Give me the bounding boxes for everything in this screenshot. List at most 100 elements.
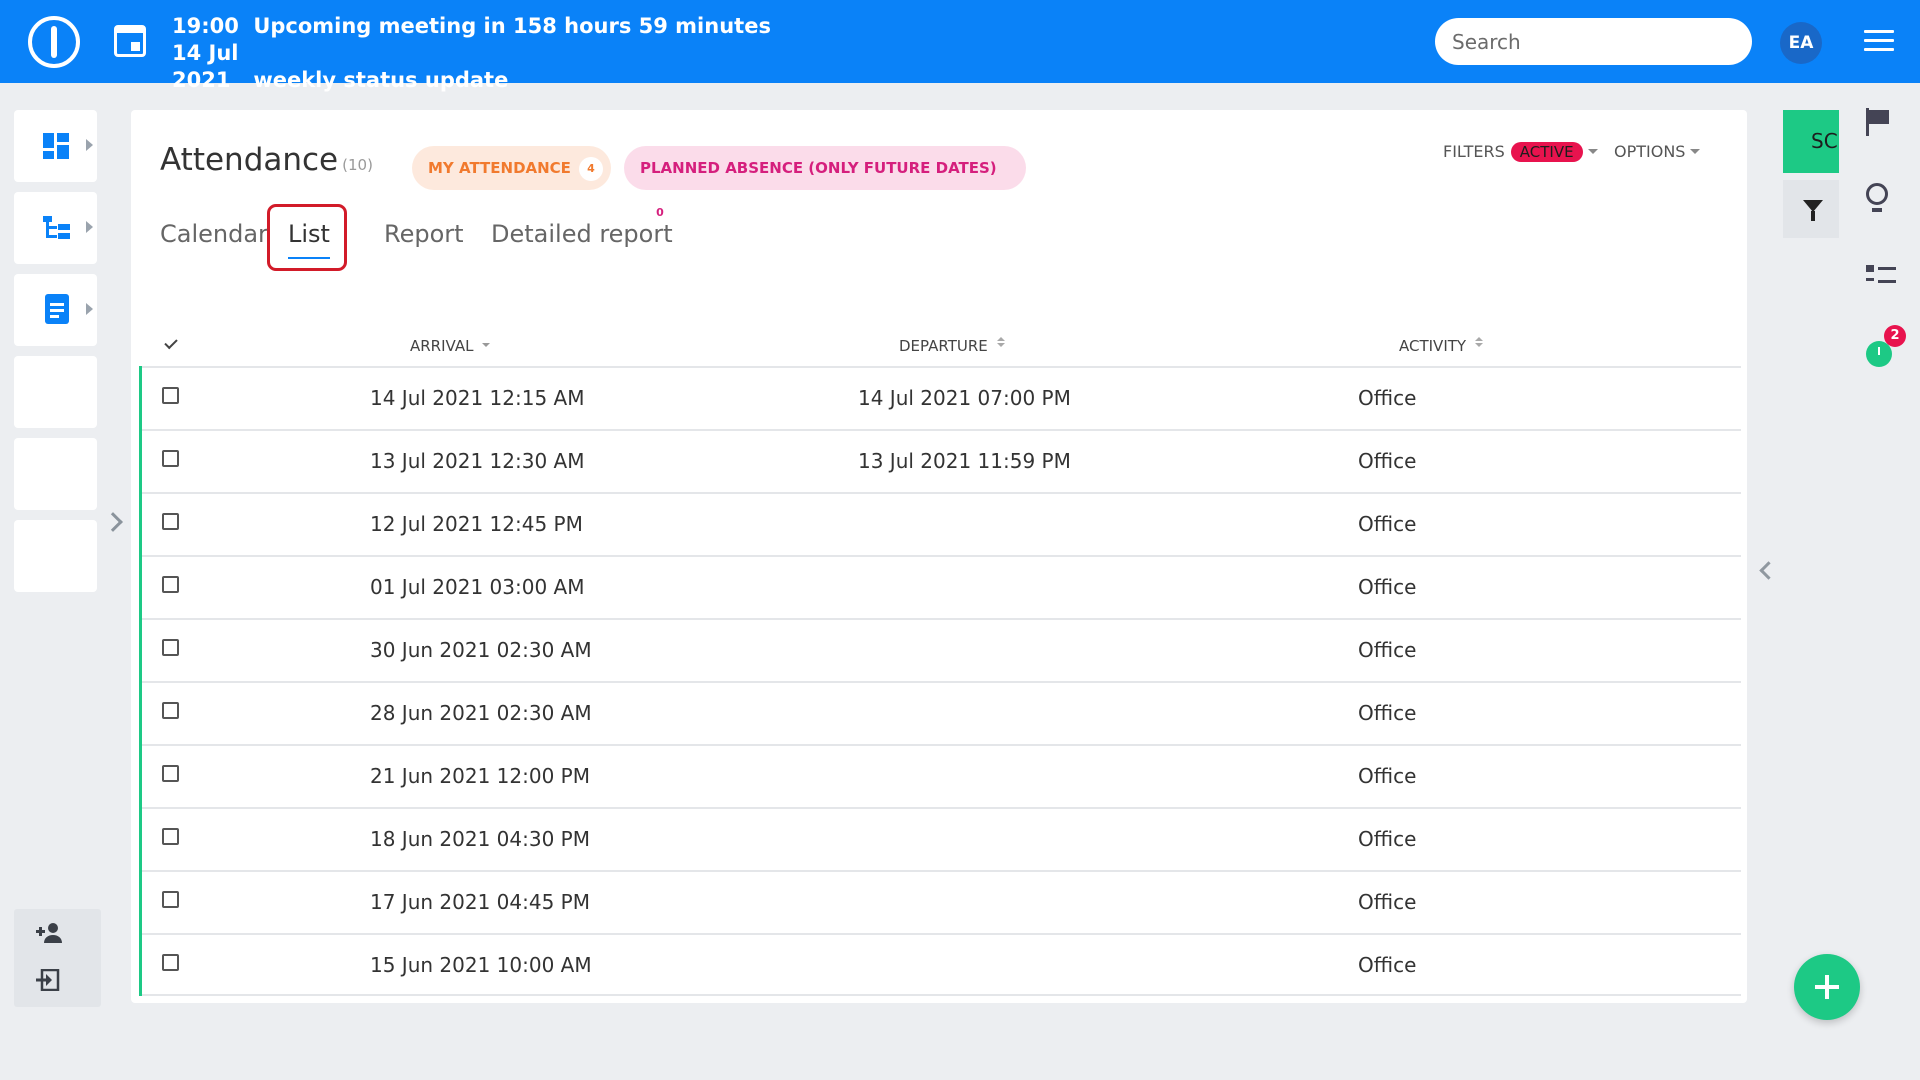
flag-icon[interactable] (1866, 108, 1890, 138)
options-label: OPTIONS (1614, 142, 1686, 161)
sidebar-item-empty-2[interactable] (14, 438, 97, 510)
sidebar-item-dashboard[interactable] (14, 110, 97, 182)
arrival-cell: 01 Jul 2021 03:00 AM (370, 575, 585, 599)
row-checkbox[interactable] (162, 639, 179, 656)
sort-icon (996, 337, 1005, 347)
my-attendance-label: MY ATTENDANCE (428, 159, 571, 177)
column-activity[interactable]: ACTIVITY (1399, 337, 1484, 355)
search-input[interactable] (1435, 18, 1752, 65)
row-checkbox[interactable] (162, 954, 179, 971)
avatar[interactable]: EA (1780, 22, 1822, 64)
departure-cell: 14 Jul 2021 07:00 PM (858, 386, 1071, 410)
tab-report[interactable]: Report (384, 220, 464, 248)
tree-structure-icon (43, 216, 71, 240)
filters-label: FILTERS (1443, 142, 1505, 161)
options-dropdown[interactable]: OPTIONS (1614, 142, 1701, 161)
table-row[interactable]: 14 Jul 2021 12:15 AM 14 Jul 2021 07:00 P… (142, 366, 1741, 429)
record-count: (10) (342, 156, 373, 174)
select-all-check-icon[interactable] (164, 335, 178, 350)
column-arrival[interactable]: ARRIVAL (410, 337, 491, 355)
activity-cell: Office (1358, 386, 1417, 410)
table-row[interactable]: 18 Jun 2021 04:30 PM Office (142, 807, 1741, 870)
arrival-cell: 13 Jul 2021 12:30 AM (370, 449, 585, 473)
sort-icon (1475, 337, 1484, 347)
row-checkbox[interactable] (162, 765, 179, 782)
my-attendance-button[interactable]: MY ATTENDANCE 4 (412, 146, 611, 190)
row-checkbox[interactable] (162, 828, 179, 845)
upcoming-meeting[interactable]: 19:00 Upcoming meeting in 158 hours 59 m… (172, 13, 771, 94)
activity-cell: Office (1358, 953, 1417, 977)
arrival-cell: 12 Jul 2021 12:45 PM (370, 512, 583, 536)
collapse-panel-icon[interactable] (1759, 561, 1778, 580)
chevron-down-icon (1690, 149, 1701, 154)
hamburger-menu-icon[interactable] (1864, 30, 1894, 52)
attendance-table-body: 14 Jul 2021 12:15 AM 14 Jul 2021 07:00 P… (139, 366, 1741, 996)
arrival-cell: 15 Jun 2021 10:00 AM (370, 953, 592, 977)
activity-cell: Office (1358, 638, 1417, 662)
activity-cell: Office (1358, 449, 1417, 473)
filter-icon (1803, 200, 1823, 221)
calendar-icon[interactable] (114, 25, 146, 57)
arrival-cell: 18 Jun 2021 04:30 PM (370, 827, 590, 851)
arrival-cell: 30 Jun 2021 02:30 AM (370, 638, 592, 662)
activity-cell: Office (1358, 512, 1417, 536)
column-departure[interactable]: DEPARTURE (899, 337, 1005, 355)
filters-active-badge: ACTIVE (1510, 142, 1583, 162)
add-attendance-fab[interactable] (1794, 954, 1860, 1020)
chevron-right-icon (86, 221, 93, 233)
sidebar-item-tasks[interactable] (14, 274, 97, 346)
page-title: Attendance (10) (160, 142, 373, 178)
arrival-cell: 21 Jun 2021 12:00 PM (370, 764, 590, 788)
lightbulb-icon[interactable] (1866, 183, 1892, 215)
activity-cell: Office (1358, 701, 1417, 725)
table-row[interactable]: 28 Jun 2021 02:30 AM Office (142, 681, 1741, 744)
arrival-cell: 14 Jul 2021 12:15 AM (370, 386, 585, 410)
row-checkbox[interactable] (162, 702, 179, 719)
row-checkbox[interactable] (162, 450, 179, 467)
chevron-right-icon (86, 303, 93, 315)
dashboard-icon (43, 133, 69, 159)
meeting-countdown: Upcoming meeting in 158 hours 59 minutes (253, 14, 771, 38)
meeting-time: 19:00 (172, 14, 239, 38)
chevron-right-icon (86, 139, 93, 151)
sidebar-item-empty-3[interactable] (14, 520, 97, 592)
logo-icon[interactable] (28, 16, 80, 68)
planned-absence-label: PLANNED ABSENCE (ONLY FUTURE DATES) (640, 159, 997, 177)
row-checkbox[interactable] (162, 387, 179, 404)
table-row[interactable]: 17 Jun 2021 04:45 PM Office (142, 870, 1741, 933)
arrival-cell: 17 Jun 2021 04:45 PM (370, 890, 590, 914)
chevron-down-icon (1587, 149, 1598, 154)
attendance-card: Attendance (10) MY ATTENDANCE 4 PLANNED AB… (131, 110, 1747, 1003)
logout-icon[interactable] (36, 968, 60, 997)
sort-desc-icon (482, 343, 491, 347)
my-attendance-badge: 4 (578, 157, 603, 181)
top-bar: 19:00 Upcoming meeting in 158 hours 59 m… (0, 0, 1920, 92)
table-row[interactable]: 21 Jun 2021 12:00 PM Office (142, 744, 1741, 807)
expand-sidebar-icon[interactable] (103, 512, 123, 532)
meeting-date: 14 Jul 2021 (172, 41, 239, 92)
tab-calendar[interactable]: Calendar (160, 220, 268, 248)
activity-cell: Office (1358, 827, 1417, 851)
sidebar-bottom-tools (14, 909, 101, 1007)
sidebar-item-structure[interactable] (14, 192, 97, 264)
row-checkbox[interactable] (162, 576, 179, 593)
table-row[interactable]: 15 Jun 2021 10:00 AM Office (142, 933, 1741, 996)
sidebar-item-empty-1[interactable] (14, 356, 97, 428)
tab-detailed-report[interactable]: Detailed report (491, 220, 673, 248)
clipboard-icon (45, 294, 69, 324)
filters-dropdown[interactable]: FILTERS ACTIVE (1443, 142, 1598, 162)
table-row[interactable]: 01 Jul 2021 03:00 AM Office (142, 555, 1741, 618)
row-checkbox[interactable] (162, 891, 179, 908)
table-row[interactable]: 12 Jul 2021 12:45 PM Office (142, 492, 1741, 555)
table-row[interactable]: 13 Jul 2021 12:30 AM 13 Jul 2021 11:59 P… (142, 429, 1741, 492)
add-user-icon[interactable] (36, 921, 64, 951)
table-row[interactable]: 30 Jun 2021 02:30 AM Office (142, 618, 1741, 681)
planned-absence-button[interactable]: PLANNED ABSENCE (ONLY FUTURE DATES)0 (624, 146, 1026, 225)
meeting-title: weekly status update (253, 68, 509, 92)
row-checkbox[interactable] (162, 513, 179, 530)
filter-panel-button[interactable] (1783, 180, 1839, 238)
activity-cell: Office (1358, 575, 1417, 599)
activity-cell: Office (1358, 890, 1417, 914)
task-list-icon[interactable] (1866, 265, 1896, 287)
green-panel-tab[interactable]: SC (1783, 110, 1839, 173)
